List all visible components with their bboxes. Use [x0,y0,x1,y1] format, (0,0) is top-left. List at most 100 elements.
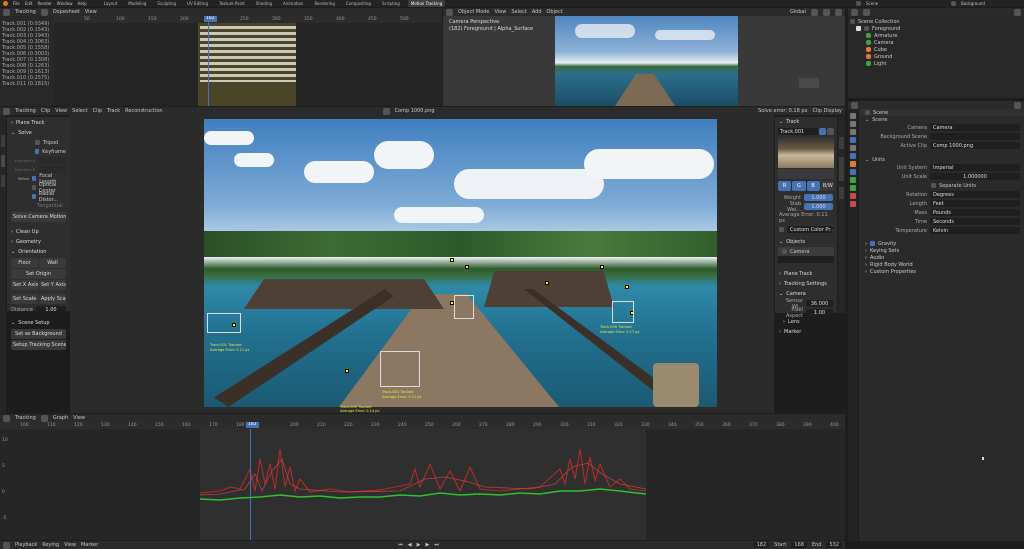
workspace-tab-sculpting[interactable]: Sculpting [154,0,179,7]
floor-button[interactable]: Floor [11,258,38,268]
workspace-tab-uv-editing[interactable]: UV Editing [184,0,211,7]
graph-editor-label[interactable]: Tracking [15,415,36,421]
outliner-item[interactable]: Armature [848,32,1024,39]
sensor-input[interactable]: 36.000 [806,300,833,307]
channel-g-button[interactable]: G [792,181,806,191]
graph-view[interactable]: 100 110 120 130 140 150 160 170 180 200 … [0,422,845,540]
start-frame-field[interactable]: 168 [791,542,807,548]
track-row[interactable]: Track.011 (0.1815) [0,81,54,87]
active-clip-selector[interactable]: Comp 1000.png [930,142,1020,149]
scene-selector[interactable]: Scene [866,1,946,6]
constraints-tab-icon[interactable] [850,193,856,199]
end-frame-field[interactable]: 532 [826,542,842,548]
time-selector[interactable]: Seconds [930,218,1020,225]
marker-box[interactable] [380,351,420,387]
menu-render[interactable]: Render [37,1,51,6]
solve-camera-motion-button[interactable]: Solve Camera Motion [11,212,66,222]
include-checkbox[interactable] [856,26,861,31]
radial-distortion-checkbox[interactable] [32,194,36,199]
scene-tab-icon[interactable] [850,137,856,143]
keyframe-a-input[interactable] [38,157,66,164]
scene-setup-section[interactable]: ⌄ Scene Setup [7,318,70,328]
workspace-tab-texture-paint[interactable]: Texture Paint [216,0,248,7]
dopesheet-editor-label[interactable]: Tracking [15,9,36,15]
workspace-tab-scripting[interactable]: Scripting [379,0,403,7]
tracking-settings-section[interactable]: › Tracking Settings [775,279,837,289]
editor-type-icon[interactable] [851,101,858,109]
clip-menu-reconstruction[interactable]: Reconstruction [125,108,162,114]
clip-display-menu[interactable]: Clip Display [813,108,842,114]
focal-length-checkbox[interactable] [32,176,37,181]
dopesheet-view-menu[interactable]: View [85,9,97,15]
temperature-selector[interactable]: Kelvin [930,227,1020,234]
track-name-field[interactable]: Track.001 [778,128,818,135]
channel-r-button[interactable]: R [778,181,792,191]
workspace-tab-rendering[interactable]: Rendering [311,0,337,7]
lens-section[interactable]: › Lens [775,317,837,327]
tab-track-right[interactable] [839,137,844,149]
unit-scale-field[interactable]: Unit Scale 1.000000 [859,172,1024,181]
track-marker[interactable] [545,281,549,285]
stab-weight-field[interactable]: Stab Wei... 1.000 [775,201,837,213]
workspace-tab-compositing[interactable]: Compositing [343,0,374,7]
wall-button[interactable]: Wall [39,258,66,268]
keyframe-option[interactable]: Keyframe [7,147,70,156]
editor-type-icon[interactable] [3,541,10,549]
radial-distortion-option[interactable]: Radial Distor... [7,191,70,203]
outliner-item[interactable]: Light [848,60,1024,67]
clip-menu-clip[interactable]: Clip [93,108,102,114]
channel-b-button[interactable]: B [806,181,820,191]
hide-icon[interactable] [827,128,834,135]
dopesheet-mode[interactable]: Dopesheet [53,9,80,15]
shading-solid-icon[interactable] [811,8,818,16]
display-mode-icon[interactable] [863,8,870,16]
tab-stabilization[interactable] [839,157,844,181]
playback-menu[interactable]: Playback [15,542,37,548]
keying-menu[interactable]: Keying [42,542,59,548]
object-camera-item[interactable]: Camera [778,247,834,256]
tripod-checkbox[interactable] [35,140,40,145]
current-frame-badge[interactable]: 182 [204,16,217,22]
workspace-tab-shading[interactable]: Shading [253,0,275,7]
clean-up-section[interactable]: › Clean Up [7,227,70,237]
clip-menu-select[interactable]: Select [72,108,87,114]
stab-weight-input[interactable]: 1.000 [804,203,833,210]
clip-menu-view[interactable]: View [55,108,67,114]
menu-edit[interactable]: Edit [25,1,33,6]
length-field[interactable]: Length Feet [859,199,1024,208]
separate-units-option[interactable]: Separate Units [859,181,1024,190]
workspace-tab-layout[interactable]: Layout [101,0,121,7]
clip-view-selector[interactable]: Clip [41,108,50,114]
keyframe-a-field[interactable]: Keyframe A [7,156,70,165]
tangential-option[interactable]: Tangential [7,201,70,210]
apply-scale-button[interactable]: Apply Scale [39,294,66,304]
graph-playhead[interactable] [250,429,251,540]
pixel-aspect-field[interactable]: Pixel Aspect 1.00 [775,307,837,319]
separate-units-checkbox[interactable] [931,183,936,188]
camera-field[interactable]: Camera Camera [859,123,1024,132]
editor-type-icon[interactable] [3,414,10,422]
mass-selector[interactable]: Pounds [930,209,1020,216]
optical-center-checkbox[interactable] [32,185,36,190]
menu-window[interactable]: Window [57,1,73,6]
active-clip-field[interactable]: Active Clip Comp 1000.png [859,141,1024,150]
next-keyframe-icon[interactable]: ▶ [426,542,430,548]
marker-box[interactable] [454,295,474,319]
clip-frame[interactable] [204,119,717,407]
track-section[interactable]: ⌄ Track [775,117,837,127]
object-tab-icon[interactable] [850,161,856,167]
outliner-item[interactable]: Cube [848,46,1024,53]
track-marker[interactable] [450,258,454,262]
outliner-scene-collection[interactable]: Scene Collection [848,18,1024,25]
viewport-gizmo-box[interactable] [799,78,819,88]
transform-orientation[interactable]: Global [790,9,806,15]
custom-color-checkbox[interactable] [779,227,784,232]
outliner-item[interactable]: Camera [848,39,1024,46]
temperature-field[interactable]: Temperature Kelvin [859,226,1024,235]
distance-field[interactable]: Distance 1.00 [7,305,70,314]
set-y-axis-button[interactable]: Set Y Axis [39,280,66,290]
objects-section[interactable]: ⌄ Objects [775,237,837,247]
editor-type-icon[interactable] [3,8,10,16]
output-tab-icon[interactable] [850,129,856,135]
tab-annotation[interactable] [1,175,5,187]
